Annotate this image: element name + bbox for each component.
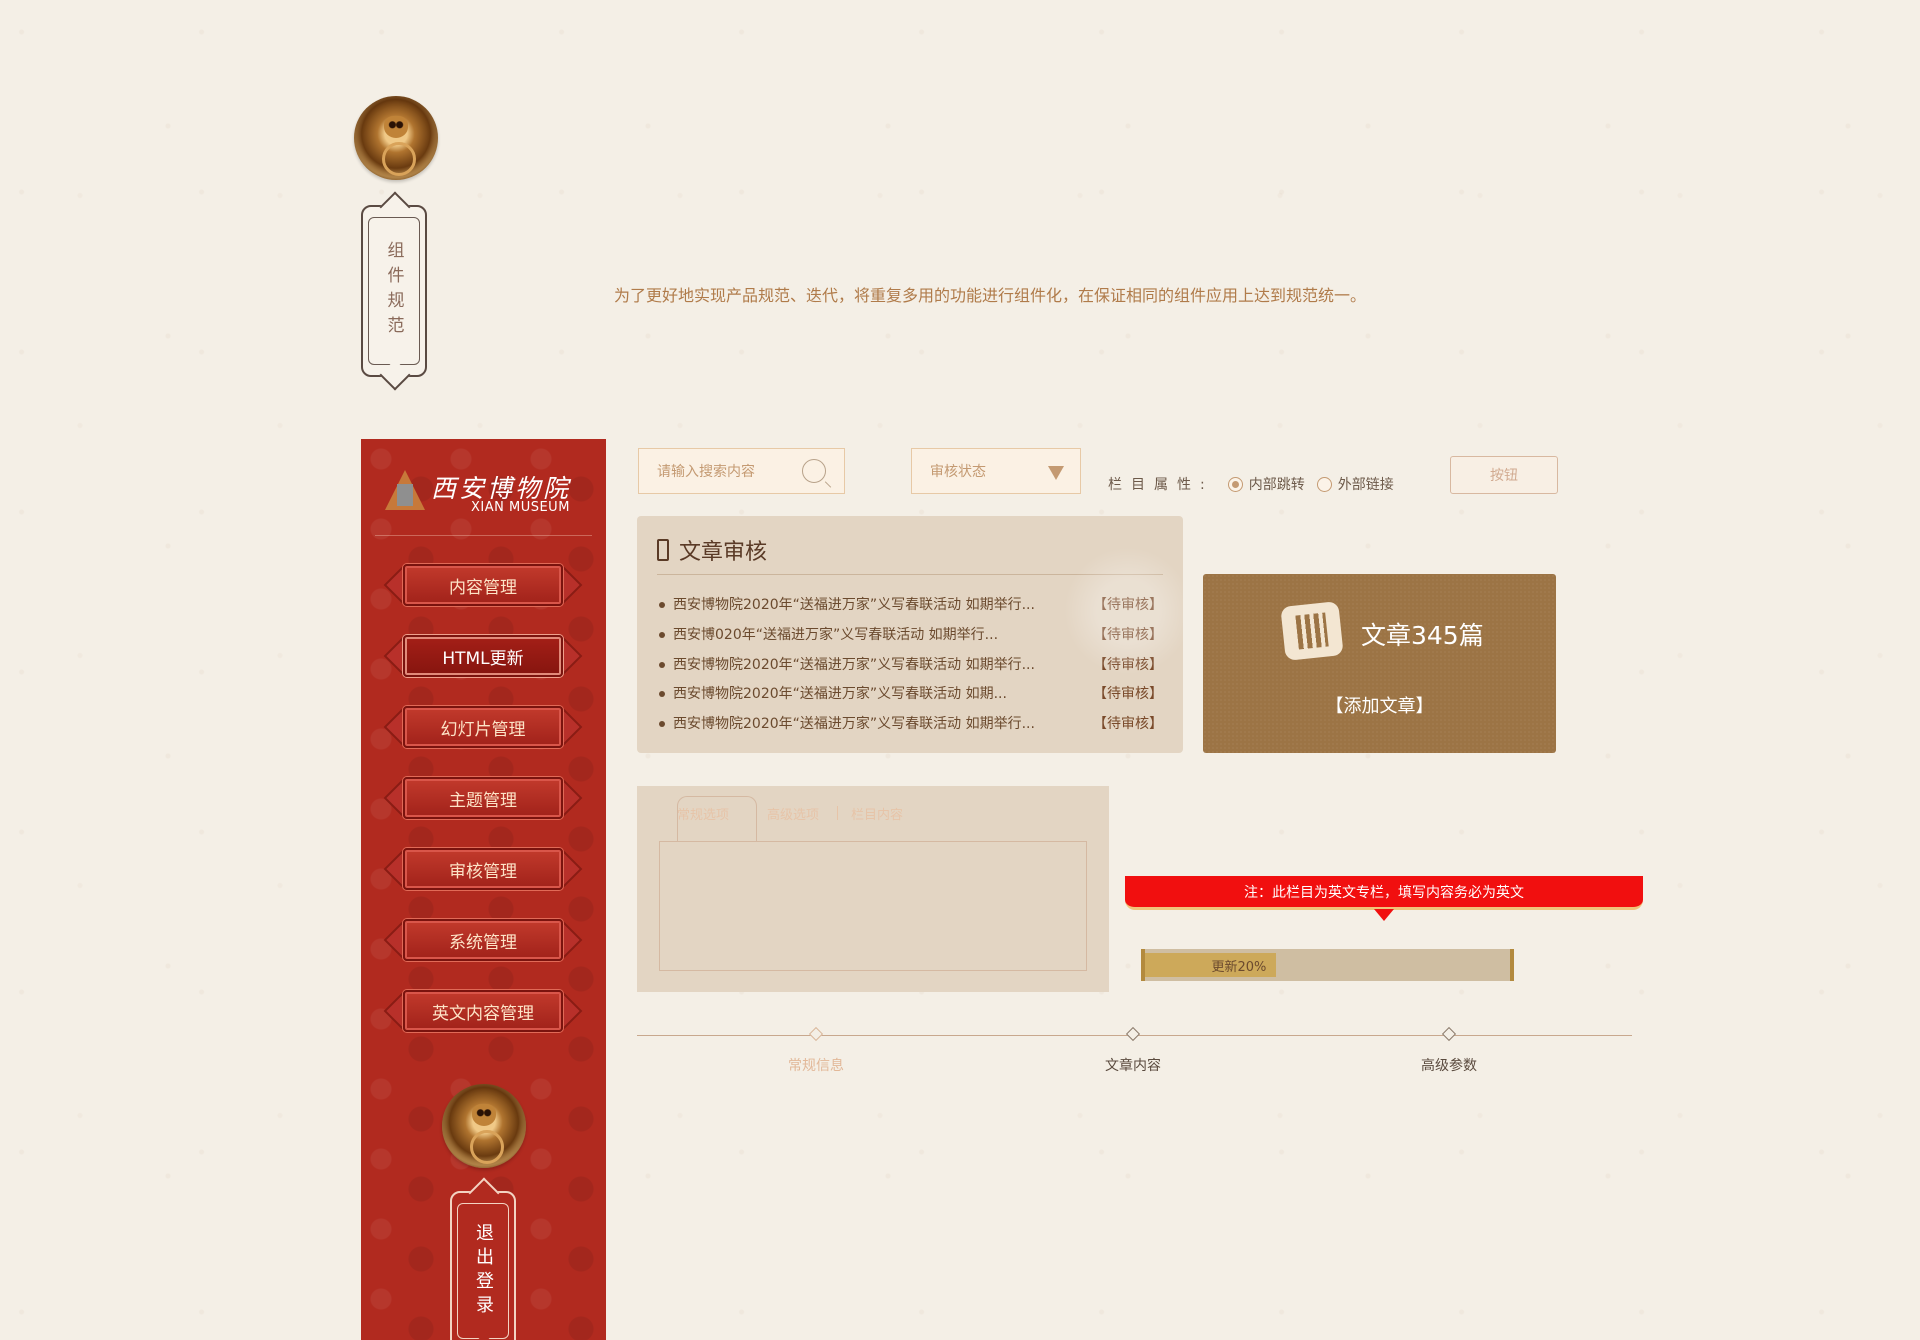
tab-column-content[interactable]: 栏目内容 bbox=[851, 804, 903, 823]
list-item-text: 西安博物院2020年“送福进万家”义写春联活动 如期举行... bbox=[673, 597, 1035, 613]
column-attribute-radio-group: 栏目属性: 内部跳转 外部链接 bbox=[1108, 474, 1394, 494]
step-advanced-params[interactable]: 高级参数 bbox=[1389, 1026, 1509, 1075]
list-item[interactable]: 西安博物院2020年“送福进万家”义写春联活动 如期举行... 【待审核】 bbox=[659, 594, 1163, 616]
radio-unchecked-icon bbox=[1316, 476, 1332, 492]
status-badge: 【待审核】 bbox=[1093, 716, 1163, 732]
sidebar-item-label: 英文内容管理 bbox=[432, 1003, 534, 1024]
review-status-select[interactable]: 审核状态 bbox=[911, 448, 1081, 494]
search-icon[interactable] bbox=[802, 459, 826, 483]
step-marker-icon bbox=[808, 1026, 824, 1042]
logo-mark-icon bbox=[385, 470, 425, 510]
status-badge: 【待审核】 bbox=[1093, 686, 1163, 702]
list-item-text: 西安博020年“送福进万家”义写春联活动 如期举行... bbox=[673, 627, 999, 643]
sidebar-item-label: 幻灯片管理 bbox=[440, 719, 526, 740]
list-item-text: 西安博物院2020年“送福进万家”义写春联活动 如期... bbox=[673, 686, 1007, 702]
sidebar-item-label: 主题管理 bbox=[449, 790, 517, 811]
list-item-text: 西安博物院2020年“送福进万家”义写春联活动 如期举行... bbox=[673, 716, 1035, 732]
radio-internal-jump[interactable]: 内部跳转 bbox=[1227, 474, 1305, 494]
search-input[interactable]: 请输入搜索内容 bbox=[638, 448, 845, 494]
select-value: 审核状态 bbox=[930, 464, 986, 480]
caret-down-icon bbox=[1048, 466, 1064, 480]
tabs-panel: 常规选项 高级选项 栏目内容 bbox=[637, 786, 1109, 992]
step-marker-icon bbox=[1125, 1026, 1141, 1042]
sidebar-item-theme[interactable]: 主题管理 bbox=[383, 777, 583, 819]
step-label: 常规信息 bbox=[788, 1058, 844, 1074]
progress-label: 更新20% bbox=[1211, 959, 1267, 975]
sidebar-item-label: 内容管理 bbox=[449, 577, 517, 598]
tab-content-frame bbox=[659, 841, 1087, 971]
list-item[interactable]: 西安博物院2020年“送福进万家”义写春联活动 如期... 【待审核】 bbox=[659, 683, 1163, 705]
alert-text: 注：此栏目为英文专栏，填写内容务必为英文 bbox=[1244, 884, 1524, 901]
list-item[interactable]: 西安博020年“送福进万家”义写春联活动 如期举行... 【待审核】 bbox=[659, 624, 1163, 646]
article-review-panel: 文章审核 西安博物院2020年“送福进万家”义写春联活动 如期举行... 【待审… bbox=[637, 516, 1183, 753]
step-marker-icon bbox=[1441, 1026, 1457, 1042]
radio-group-label: 栏目属性: bbox=[1108, 477, 1214, 493]
sidebar: 西安博物院 XIAN MUSEUM 内容管理 HTML更新 幻灯片管理 主题管理… bbox=[361, 439, 606, 1340]
sidebar-item-slides[interactable]: 幻灯片管理 bbox=[383, 706, 583, 748]
sidebar-item-content[interactable]: 内容管理 bbox=[383, 564, 583, 606]
sidebar-divider bbox=[375, 535, 592, 536]
review-title: 文章审核 bbox=[657, 534, 767, 566]
logout-button[interactable]: 退出登录 bbox=[450, 1191, 516, 1340]
status-badge: 【待审核】 bbox=[1093, 597, 1163, 613]
update-progress-bar: 更新20% bbox=[1141, 949, 1514, 981]
door-knocker-icon bbox=[354, 96, 438, 180]
search-placeholder: 请输入搜索内容 bbox=[657, 464, 755, 480]
tab-divider bbox=[837, 806, 838, 820]
list-item-text: 西安博物院2020年“送福进万家”义写春联活动 如期举行... bbox=[673, 657, 1035, 673]
radio-checked-icon bbox=[1227, 476, 1243, 492]
step-label: 高级参数 bbox=[1421, 1058, 1477, 1074]
radio-label: 内部跳转 bbox=[1248, 477, 1305, 493]
door-knocker-icon bbox=[442, 1084, 526, 1168]
sidebar-item-system[interactable]: 系统管理 bbox=[383, 919, 583, 961]
status-badge: 【待审核】 bbox=[1093, 627, 1163, 643]
article-stats-card: 文章345篇 【添加文章】 bbox=[1203, 574, 1556, 753]
intro-text: 为了更好地实现产品规范、迭代，将重复多用的功能进行组件化，在保证相同的组件应用上… bbox=[614, 286, 1367, 305]
progress-fill: 更新20% bbox=[1145, 953, 1277, 977]
step-general-info[interactable]: 常规信息 bbox=[756, 1026, 876, 1075]
tab-general-options[interactable]: 常规选项 bbox=[677, 804, 729, 823]
generic-button[interactable]: 按钮 bbox=[1450, 456, 1558, 494]
sidebar-item-review[interactable]: 审核管理 bbox=[383, 848, 583, 890]
add-article-button[interactable]: 【添加文章】 bbox=[1203, 692, 1556, 718]
scroll-icon bbox=[657, 539, 669, 561]
sidebar-item-label: HTML更新 bbox=[442, 648, 524, 669]
step-article-content[interactable]: 文章内容 bbox=[1073, 1026, 1193, 1075]
sidebar-item-label: 系统管理 bbox=[449, 932, 517, 953]
radio-external-link[interactable]: 外部链接 bbox=[1316, 474, 1394, 494]
sidebar-item-label: 审核管理 bbox=[449, 861, 517, 882]
review-divider bbox=[657, 574, 1163, 575]
english-column-alert: 注：此栏目为英文专栏，填写内容务必为英文 bbox=[1125, 876, 1643, 921]
list-item[interactable]: 西安博物院2020年“送福进万家”义写春联活动 如期举行... 【待审核】 bbox=[659, 713, 1163, 735]
radio-label: 外部链接 bbox=[1337, 477, 1394, 493]
status-badge: 【待审核】 bbox=[1093, 657, 1163, 673]
step-label: 文章内容 bbox=[1105, 1058, 1161, 1074]
article-scroll-icon bbox=[1280, 601, 1344, 661]
logo-en: XIAN MUSEUM bbox=[471, 500, 570, 515]
sidebar-item-html-update[interactable]: HTML更新 bbox=[383, 635, 583, 677]
review-title-text: 文章审核 bbox=[679, 540, 768, 565]
sidebar-item-english[interactable]: 英文内容管理 bbox=[383, 990, 583, 1032]
list-item[interactable]: 西安博物院2020年“送福进万家”义写春联活动 如期举行... 【待审核】 bbox=[659, 654, 1163, 676]
article-count: 文章345篇 bbox=[1361, 621, 1484, 650]
museum-logo[interactable]: 西安博物院 XIAN MUSEUM bbox=[383, 467, 583, 517]
title-scroll: 组件规范 bbox=[361, 205, 427, 377]
tab-advanced-options[interactable]: 高级选项 bbox=[767, 804, 819, 823]
